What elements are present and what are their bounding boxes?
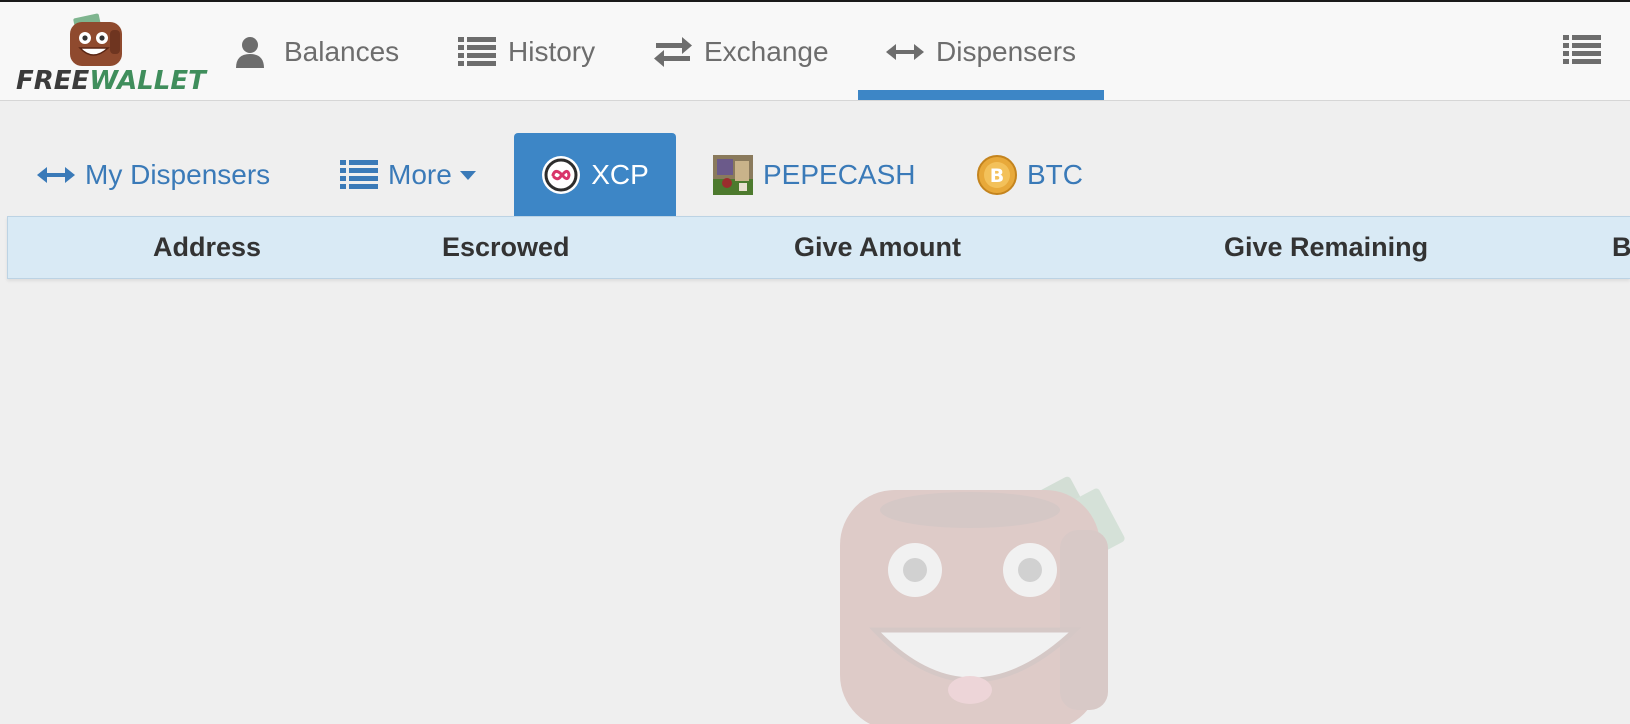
tab-my-dispensers-label: My Dispensers xyxy=(85,159,271,190)
nav-history[interactable]: History xyxy=(458,4,595,100)
nav-active-indicator xyxy=(858,90,1104,100)
tab-btc[interactable]: B BTC xyxy=(977,133,1083,217)
tab-more-dropdown[interactable]: More xyxy=(340,133,476,217)
dispensers-table-header: Address Escrowed Give Amount Give Remain… xyxy=(7,216,1630,279)
tab-xcp[interactable]: XCP xyxy=(514,133,676,217)
tab-pepecash[interactable]: PEPECASH xyxy=(713,133,916,217)
nav-balances[interactable]: Balances xyxy=(236,4,399,100)
freewallet-watermark-icon xyxy=(840,476,1125,724)
pepecash-token-icon xyxy=(713,155,753,195)
menu-list-icon[interactable] xyxy=(1563,34,1601,68)
logo-text-free: FREE xyxy=(16,66,90,96)
tab-btc-label: BTC xyxy=(1027,159,1083,190)
column-header-escrowed[interactable]: Escrowed xyxy=(442,217,570,278)
list-icon xyxy=(340,159,378,191)
xcp-token-icon xyxy=(541,155,581,195)
logo-text-wallet: WALLET xyxy=(89,66,206,96)
tab-my-dispensers[interactable]: My Dispensers xyxy=(37,133,270,217)
nav-history-label: History xyxy=(508,36,596,67)
arrows-horizontal-icon xyxy=(37,167,75,183)
user-icon xyxy=(236,36,264,68)
nav-exchange[interactable]: Exchange xyxy=(654,4,829,100)
svg-text:B: B xyxy=(990,165,1004,187)
logo-wordmark: FREEWALLET xyxy=(16,66,206,96)
column-header-give-amount[interactable]: Give Amount xyxy=(794,217,961,278)
bitcoin-icon: B xyxy=(977,155,1017,195)
exchange-icon xyxy=(654,37,692,67)
tab-more-label: More xyxy=(388,159,452,190)
wallet-mascot-icon xyxy=(70,13,122,66)
caret-down-icon xyxy=(459,170,476,180)
list-icon xyxy=(458,36,496,68)
nav-exchange-label: Exchange xyxy=(704,36,829,67)
column-header-address[interactable]: Address xyxy=(153,217,261,278)
nav-balances-label: Balances xyxy=(284,36,400,67)
top-navbar: FREEWALLET Balances History Exchange Dis… xyxy=(0,0,1630,101)
column-header-give-remaining[interactable]: Give Remaining xyxy=(1224,217,1428,278)
arrows-horizontal-icon xyxy=(886,44,924,60)
tab-xcp-label: XCP xyxy=(591,159,649,190)
freewallet-logo[interactable]: FREEWALLET xyxy=(14,12,206,96)
tab-pepecash-label: PEPECASH xyxy=(763,159,916,190)
column-header-truncated[interactable]: B xyxy=(1612,217,1630,278)
nav-dispensers[interactable]: Dispensers xyxy=(886,4,1076,100)
nav-dispensers-label: Dispensers xyxy=(936,36,1077,67)
